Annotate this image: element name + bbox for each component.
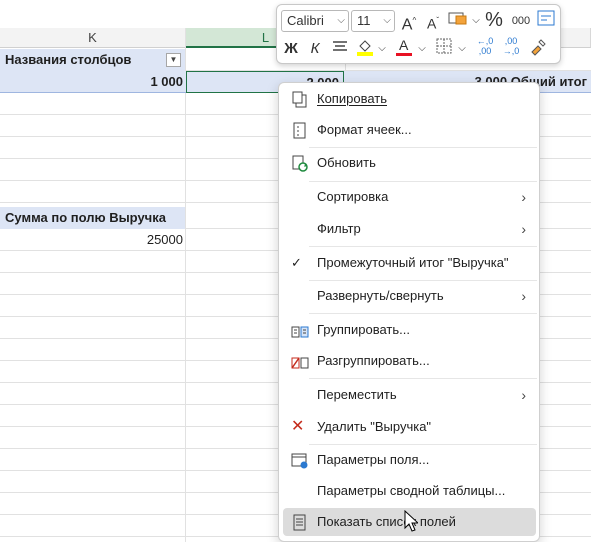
cell-styles-icon[interactable] [446, 10, 470, 32]
pivot-column-labels-header[interactable]: Названия столбцов [0, 49, 185, 71]
menu-separator [309, 280, 537, 281]
pivot-column-labels-text: Названия столбцов [5, 52, 132, 67]
font-name-value: Calibri [287, 13, 324, 28]
menu-separator [309, 147, 537, 148]
borders-glyph [436, 38, 452, 54]
align-center-icon[interactable] [329, 38, 351, 60]
refresh-icon [291, 155, 309, 172]
fill-bucket-glyph [357, 40, 373, 56]
chevron-right-icon: › [521, 221, 526, 237]
checkmark-icon: ✓ [291, 255, 302, 270]
context-menu: Копировать Формат ячеек... Обновить Сорт… [278, 82, 540, 542]
svg-text:A: A [399, 37, 409, 53]
field-list-icon [291, 514, 309, 531]
menu-item-label: Разгруппировать... [317, 353, 430, 368]
menu-item-label: Копировать [317, 91, 387, 106]
menu-item-copy[interactable]: Копировать [283, 85, 536, 113]
mini-toolbar: Calibri ⌵ 11 ⌵ A^ Aˇ ⌵ % 000 Ж К ⌵ A ⌵ ⌵… [276, 4, 561, 64]
chevron-right-icon: › [521, 189, 526, 205]
wrap-text-glyph [537, 10, 555, 26]
delete-icon: ✕ [291, 418, 305, 435]
italic-button[interactable]: К [305, 38, 325, 60]
fill-color-icon[interactable] [354, 38, 376, 60]
mouse-cursor-icon [404, 510, 418, 532]
copy-icon [291, 91, 309, 108]
chevron-down-icon: ⌵ [337, 15, 345, 26]
menu-item-pivot-options[interactable]: Параметры сводной таблицы... [283, 477, 536, 505]
chevron-right-icon: › [521, 288, 526, 304]
filter-dropdown-button[interactable]: ▼ [166, 53, 181, 67]
menu-item-subtotal[interactable]: ✓ Промежуточный итог "Выручка" [283, 249, 536, 277]
menu-item-filter[interactable]: Фильтр › [283, 215, 536, 243]
menu-item-label: Группировать... [317, 322, 410, 337]
menu-separator [309, 378, 537, 379]
menu-item-label: Удалить "Выручка" [317, 419, 432, 434]
menu-separator [309, 444, 537, 445]
menu-item-label: Формат ячеек... [317, 122, 412, 137]
bold-button[interactable]: Ж [281, 38, 301, 60]
ungroup-icon [291, 353, 309, 369]
pivot-sum-field-header[interactable]: Сумма по полю Выручка [0, 207, 185, 229]
font-color-glyph: A [396, 37, 412, 56]
format-cells-icon [291, 122, 309, 139]
menu-item-label: Сортировка [317, 189, 389, 204]
pivot-sum-value[interactable]: 25000 [0, 229, 183, 251]
menu-item-ungroup[interactable]: Разгруппировать... [283, 347, 536, 375]
chevron-down-icon: ⌵ [383, 15, 391, 26]
font-name-dropdown[interactable]: Calibri ⌵ [281, 10, 349, 32]
menu-item-label: Параметры поля... [317, 452, 430, 467]
format-painter-glyph [531, 39, 546, 56]
column-header-k[interactable]: K [0, 28, 186, 48]
chevron-down-icon[interactable]: ⌵ [457, 38, 467, 60]
percent-style-button[interactable]: % [484, 9, 504, 31]
menu-item-label: Параметры сводной таблицы... [317, 483, 506, 498]
group-icon [291, 322, 309, 338]
chevron-down-icon[interactable]: ⌵ [417, 38, 427, 60]
field-settings-icon [291, 452, 309, 469]
menu-item-label: Показать список полей [317, 514, 456, 529]
menu-item-field-settings[interactable]: Параметры поля... [283, 446, 536, 474]
menu-item-label: Развернуть/свернуть [317, 288, 444, 303]
menu-item-sort[interactable]: Сортировка › [283, 183, 536, 211]
font-color-icon[interactable]: A [393, 37, 415, 59]
menu-item-format-cells[interactable]: Формат ячеек... [283, 116, 536, 144]
font-size-value: 11 [357, 13, 371, 28]
menu-item-label: Переместить [317, 387, 397, 402]
increase-font-icon[interactable]: A^ [398, 10, 420, 33]
decrease-decimal-icon[interactable]: ,00 →,0 [499, 36, 523, 58]
format-painter-icon[interactable] [527, 38, 549, 60]
decrease-font-icon[interactable]: Aˇ [422, 10, 444, 32]
wrap-text-icon[interactable] [535, 10, 557, 32]
increase-decimal-icon[interactable]: ←,0,00 [473, 36, 497, 58]
menu-item-refresh[interactable]: Обновить [283, 149, 536, 177]
menu-item-move[interactable]: Переместить › [283, 381, 536, 409]
font-size-dropdown[interactable]: 11 ⌵ [351, 10, 395, 32]
borders-icon[interactable] [433, 38, 455, 60]
menu-separator [309, 313, 537, 314]
menu-item-group[interactable]: Группировать... [283, 316, 536, 344]
cell-styles-glyph [448, 12, 467, 25]
menu-item-label: Обновить [317, 155, 376, 170]
thousands-separator-button[interactable]: 000 [509, 10, 533, 32]
chevron-right-icon: › [521, 387, 526, 403]
menu-item-expand-collapse[interactable]: Развернуть/свернуть › [283, 282, 536, 310]
menu-item-delete[interactable]: ✕ Удалить "Выручка" [283, 413, 536, 441]
menu-item-label: Промежуточный итог "Выручка" [317, 255, 509, 270]
pivot-k-value[interactable]: 1 000 [0, 71, 183, 93]
menu-separator [309, 181, 537, 182]
chevron-down-icon[interactable]: ⌵ [471, 10, 481, 32]
menu-separator [309, 246, 537, 247]
chevron-down-icon[interactable]: ⌵ [377, 38, 387, 60]
menu-item-label: Фильтр [317, 221, 361, 236]
align-center-glyph [333, 41, 347, 51]
